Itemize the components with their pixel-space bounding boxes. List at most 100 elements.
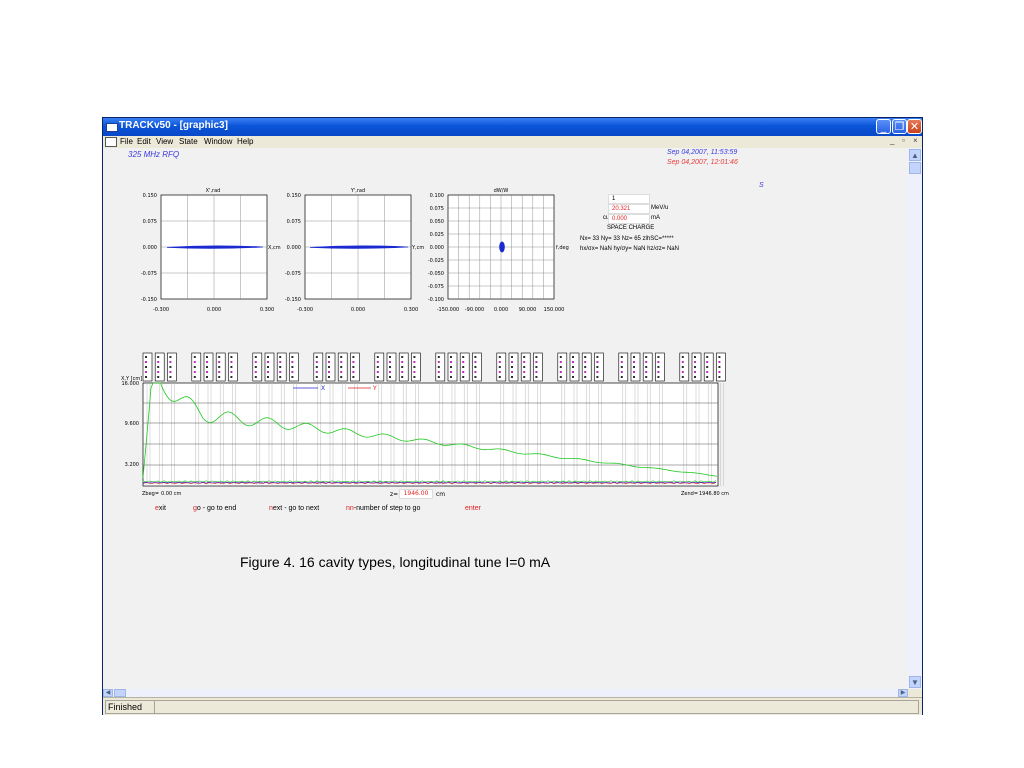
cavity-cell-mark (620, 356, 623, 358)
longitudinal-envelope-plot: X,Y [cm] 16.000 9.600 3.200 X Y (121, 352, 726, 487)
cavity-cell-mark (157, 361, 160, 363)
cavity-cell-mark (279, 366, 282, 368)
cavity-box (276, 352, 287, 382)
cavity-cell-mark (145, 356, 147, 358)
cavity-cell-mark (596, 376, 599, 378)
cavity-cell-mark (718, 371, 721, 373)
cavity-box (496, 352, 507, 382)
cavity-cell-mark (157, 366, 160, 368)
cavity-cell-mark (633, 371, 635, 373)
scroll-left-icon[interactable]: ◀ (103, 689, 113, 697)
close-button[interactable]: ✕ (907, 119, 922, 134)
cavity-cell-mark (267, 371, 269, 373)
cavity-cell-mark (498, 366, 501, 368)
cavity-cell-mark (291, 376, 294, 378)
document-icon[interactable] (105, 137, 117, 147)
go-command[interactable]: go - go to end (193, 505, 236, 512)
cavity-cell-mark (474, 361, 477, 363)
cavity-cell-mark (706, 376, 709, 378)
cavity-cell-mark (584, 356, 587, 358)
mdi-close-button[interactable]: × (913, 136, 918, 145)
hscroll-thumb[interactable] (114, 689, 126, 697)
menu-window[interactable]: Window (204, 137, 232, 146)
exit-command[interactable]: exit (155, 505, 166, 512)
cavity-cell-mark (694, 376, 696, 378)
cavity-cell-mark (633, 361, 635, 363)
cavity-box (203, 352, 214, 382)
cavity-box (191, 352, 202, 382)
mdi-minimize-button[interactable]: _ (890, 136, 894, 145)
scroll-right-icon[interactable]: ▶ (898, 689, 908, 697)
cavity-cell-mark (535, 356, 538, 358)
cavity-cell-mark (718, 376, 721, 378)
cavity-cell-mark (620, 371, 623, 373)
menu-file[interactable]: File (120, 137, 133, 146)
zbeg-value: 0.00 cm (161, 491, 182, 497)
cavity-cell-mark (657, 356, 660, 358)
restore-button[interactable]: ❐ (892, 119, 907, 134)
cavity-cell-mark (145, 376, 147, 378)
cavity-cell-mark (706, 356, 709, 358)
cavity-box (581, 352, 592, 382)
scroll-thumb[interactable] (909, 162, 921, 174)
cavity-cell-mark (169, 356, 172, 358)
cavity-cell-mark (437, 366, 440, 368)
cavity-box (374, 352, 385, 382)
cavity-cell-mark (718, 356, 721, 358)
enter-command[interactable]: enter (465, 505, 481, 512)
cavity-cell-mark (376, 366, 379, 368)
cavity-box (325, 352, 336, 382)
ytick-low: 3.200 (125, 462, 139, 468)
cavity-cell-mark (584, 376, 587, 378)
cavity-cell-mark (279, 371, 282, 373)
cavity-cell-mark (584, 361, 587, 363)
cavity-cell-mark (559, 361, 562, 363)
cavity-cell-mark (681, 361, 684, 363)
cavity-box (337, 352, 348, 382)
cavity-cell-mark (559, 376, 562, 378)
cavity-cell-mark (511, 356, 513, 358)
minimize-button[interactable]: _ (876, 119, 891, 134)
cavity-box (228, 352, 238, 382)
cavity-cell-mark (206, 376, 208, 378)
cavity-cell-mark (157, 356, 160, 358)
scroll-down-icon[interactable]: ▼ (909, 676, 921, 688)
z-value-field[interactable]: 1946.00 (399, 489, 433, 499)
cavity-cell-mark (193, 376, 196, 378)
cavity-box (447, 352, 458, 382)
cavity-cell-mark (169, 371, 172, 373)
menu-state[interactable]: State (179, 137, 198, 146)
cavity-cell-mark (474, 356, 477, 358)
vertical-scrollbar[interactable]: ▲ ▼ (908, 148, 922, 689)
menu-view[interactable]: View (156, 137, 173, 146)
cavity-cell-mark (340, 371, 343, 373)
zend-value: 1946.80 cm (699, 491, 729, 497)
cavity-box (655, 352, 665, 382)
cavity-box (569, 352, 580, 382)
cavity-cell-mark (157, 371, 160, 373)
cavity-box (167, 352, 177, 382)
ytick-top: 16.000 (122, 381, 140, 387)
mdi-restore-button[interactable]: ▫ (902, 136, 905, 145)
menu-help[interactable]: Help (237, 137, 253, 146)
scroll-up-icon[interactable]: ▲ (909, 149, 921, 161)
cavity-box (691, 352, 702, 382)
cavity-cell-mark (206, 371, 208, 373)
cavity-cell-mark (254, 356, 257, 358)
cavity-cell-mark (230, 376, 233, 378)
cavity-cell-mark (389, 356, 391, 358)
title-bar[interactable]: TRACKv50 - [graphic3] _ ❐ ✕ (103, 118, 922, 136)
menu-edit[interactable]: Edit (137, 137, 151, 146)
cavity-cell-mark (535, 361, 538, 363)
legend-y-label: Y (372, 385, 377, 392)
cavity-cell-mark (279, 376, 282, 378)
cavity-cell-mark (254, 371, 257, 373)
cavity-cell-mark (401, 366, 404, 368)
nn-command[interactable]: nn-number of step to go (346, 505, 420, 512)
cavity-cell-mark (169, 376, 172, 378)
next-command[interactable]: next - go to next (269, 505, 319, 512)
cavity-cell-mark (279, 361, 282, 363)
cavity-cell-mark (315, 366, 318, 368)
horizontal-scrollbar[interactable]: ◀ ▶ (103, 689, 908, 697)
cavity-cell-mark (498, 361, 501, 363)
